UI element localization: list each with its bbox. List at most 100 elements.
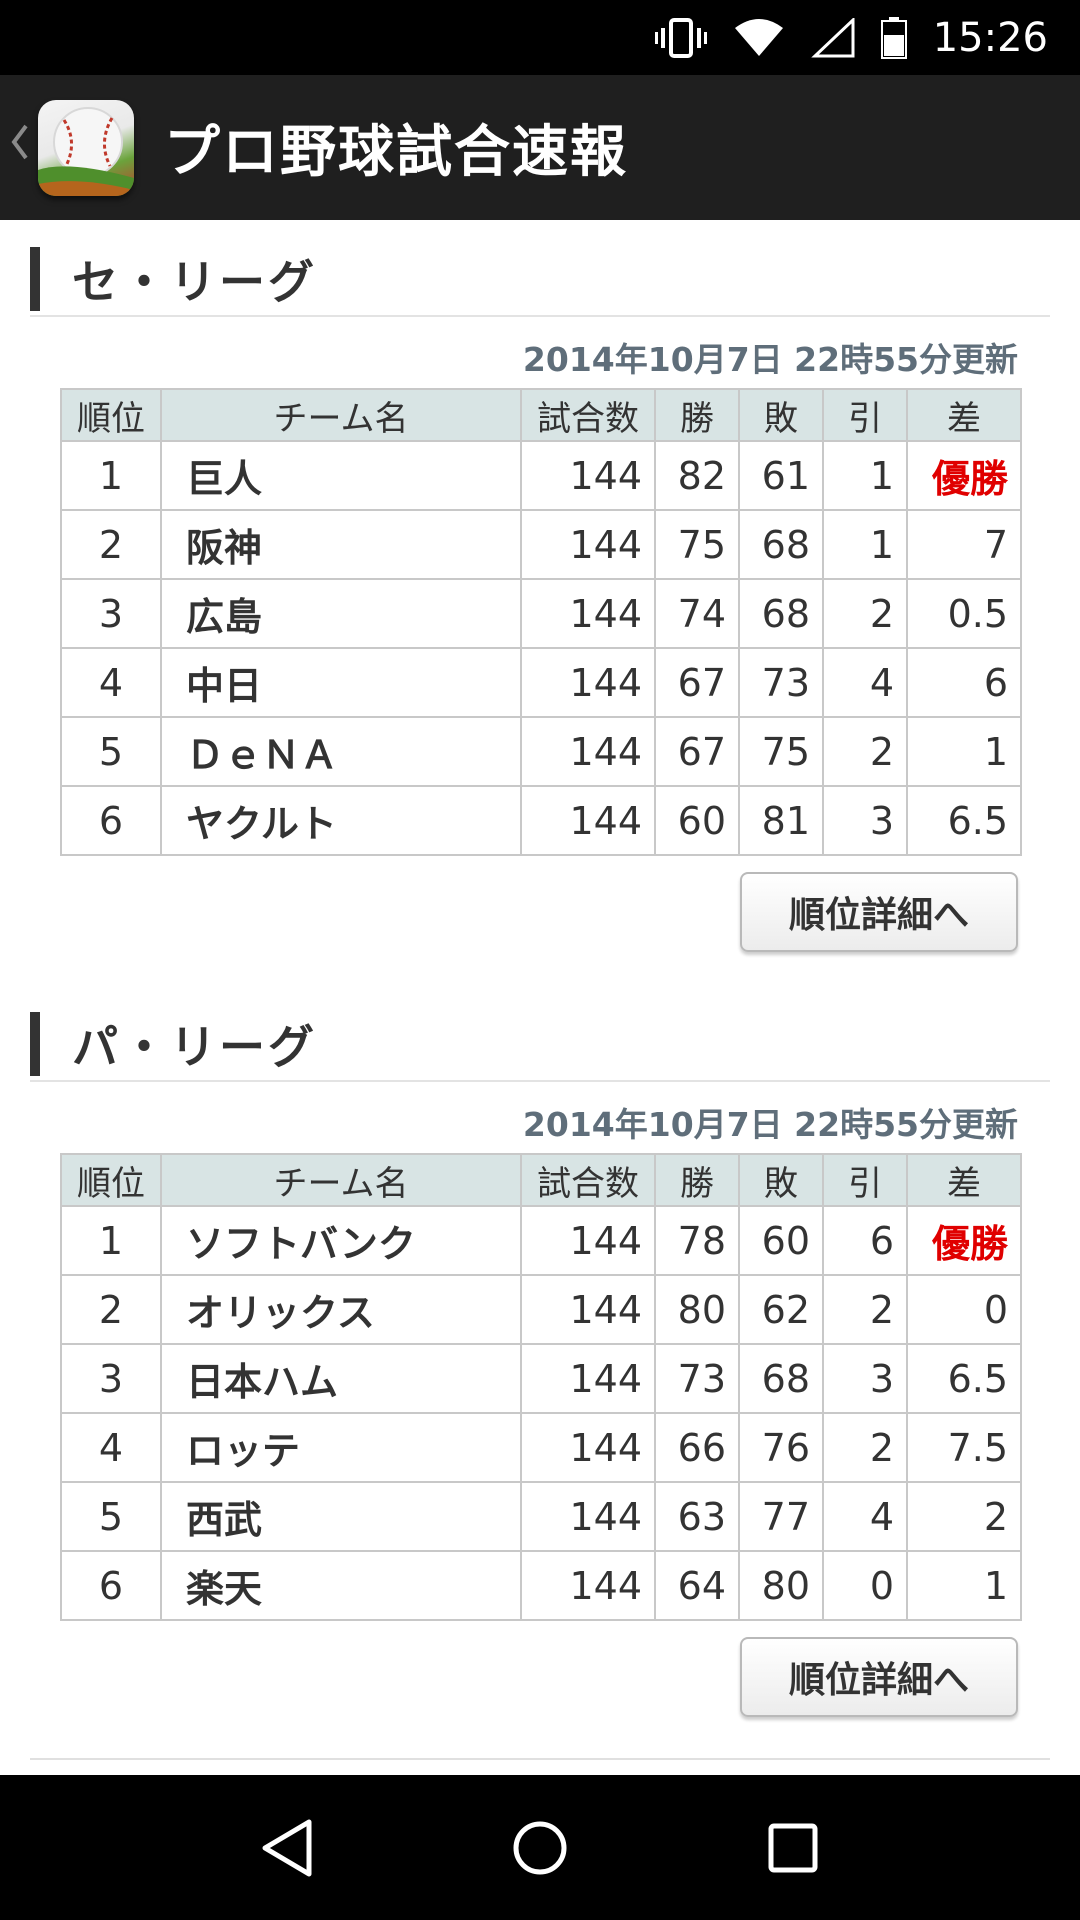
- losses-cell: 75: [738, 716, 824, 787]
- recents-square-icon[interactable]: [733, 1788, 853, 1908]
- col-draws: 引: [822, 388, 908, 442]
- col-games: 試合数: [520, 388, 656, 442]
- losses-cell: 62: [738, 1274, 824, 1345]
- team-link[interactable]: 日本ハム: [160, 1343, 522, 1414]
- draws-cell: 2: [822, 1274, 908, 1345]
- back-chevron-icon[interactable]: [8, 122, 34, 173]
- team-link[interactable]: 楽天: [160, 1550, 522, 1621]
- draws-cell: 1: [822, 509, 908, 580]
- games-behind-cell: 7.5: [906, 1412, 1022, 1483]
- col-draws: 引: [822, 1153, 908, 1207]
- status-bar: 15:26: [0, 0, 1080, 75]
- draws-cell: 4: [822, 1481, 908, 1552]
- losses-cell: 68: [738, 1343, 824, 1414]
- rank-cell: 3: [60, 1343, 162, 1414]
- table-row: 1 巨人 144 82 61 1 優勝: [60, 440, 1022, 511]
- col-rank: 順位: [60, 388, 162, 442]
- section-title: セ・リーグ: [72, 254, 317, 309]
- rank-cell: 6: [60, 1550, 162, 1621]
- col-team: チーム名: [160, 1153, 522, 1207]
- app-bar: プロ野球試合速報: [0, 75, 1080, 220]
- app-title: プロ野球試合速報: [164, 120, 628, 185]
- draws-cell: 6: [822, 1205, 908, 1276]
- games-cell: 144: [520, 1481, 656, 1552]
- losses-cell: 80: [738, 1550, 824, 1621]
- games-cell: 144: [520, 1343, 656, 1414]
- games-cell: 144: [520, 578, 656, 649]
- rank-cell: 5: [60, 1481, 162, 1552]
- games-behind-cell: 1: [906, 1550, 1022, 1621]
- signal-icon: [810, 17, 855, 58]
- table-row: 1 ソフトバンク 144 78 60 6 優勝: [60, 1205, 1022, 1276]
- section-marker: [30, 246, 40, 311]
- draws-cell: 0: [822, 1550, 908, 1621]
- col-gb: 差: [906, 1153, 1022, 1207]
- table-row: 2 オリックス 144 80 62 2 0: [60, 1274, 1022, 1345]
- losses-cell: 77: [738, 1481, 824, 1552]
- table-row: 5 西武 144 63 77 4 2: [60, 1481, 1022, 1552]
- pacific-standings-table: 順位 チーム名 試合数 勝 敗 引 差 1 ソフトバンク 144 78 60 6: [60, 1153, 1022, 1621]
- games-behind-cell: 2: [906, 1481, 1022, 1552]
- team-link[interactable]: 中日: [160, 647, 522, 718]
- team-link[interactable]: ヤクルト: [160, 785, 522, 856]
- games-behind-cell: 1: [906, 716, 1022, 787]
- games-behind-cell: 7: [906, 509, 1022, 580]
- games-cell: 144: [520, 1205, 656, 1276]
- draws-cell: 2: [822, 716, 908, 787]
- losses-cell: 73: [738, 647, 824, 718]
- updated-time: 2014年10月7日 22時55分更新: [522, 340, 1018, 379]
- rank-cell: 6: [60, 785, 162, 856]
- baseball-app-logo-icon[interactable]: [38, 99, 134, 196]
- col-games: 試合数: [520, 1153, 656, 1207]
- rank-cell: 2: [60, 1274, 162, 1345]
- losses-cell: 60: [738, 1205, 824, 1276]
- wins-cell: 67: [654, 647, 740, 718]
- central-league-header: セ・リーグ: [30, 242, 1050, 317]
- games-cell: 144: [520, 1412, 656, 1483]
- wifi-icon: [733, 18, 785, 58]
- games-behind-cell: 優勝: [906, 1205, 1022, 1276]
- games-behind-cell: 6.5: [906, 785, 1022, 856]
- draws-cell: 4: [822, 647, 908, 718]
- rank-cell: 4: [60, 1412, 162, 1483]
- wins-cell: 82: [654, 440, 740, 511]
- games-cell: 144: [520, 1274, 656, 1345]
- games-behind-cell: 6: [906, 647, 1022, 718]
- games-cell: 144: [520, 440, 656, 511]
- central-standings-detail-button[interactable]: 順位詳細へ: [740, 872, 1018, 952]
- draws-cell: 3: [822, 1343, 908, 1414]
- wins-cell: 63: [654, 1481, 740, 1552]
- games-behind-cell: 0: [906, 1274, 1022, 1345]
- losses-cell: 81: [738, 785, 824, 856]
- navigation-bar: [0, 1775, 1080, 1920]
- pacific-standings-detail-button[interactable]: 順位詳細へ: [740, 1637, 1018, 1717]
- rank-cell: 1: [60, 440, 162, 511]
- back-triangle-icon[interactable]: [227, 1788, 347, 1908]
- games-cell: 144: [520, 785, 656, 856]
- team-link[interactable]: 阪神: [160, 509, 522, 580]
- team-link[interactable]: オリックス: [160, 1274, 522, 1345]
- losses-cell: 76: [738, 1412, 824, 1483]
- games-cell: 144: [520, 647, 656, 718]
- wins-cell: 60: [654, 785, 740, 856]
- games-behind-cell: 0.5: [906, 578, 1022, 649]
- team-link[interactable]: 巨人: [160, 440, 522, 511]
- team-link[interactable]: ソフトバンク: [160, 1205, 522, 1276]
- team-link[interactable]: 広島: [160, 578, 522, 649]
- team-link[interactable]: ＤｅＮＡ: [160, 716, 522, 787]
- losses-cell: 68: [738, 578, 824, 649]
- content-area[interactable]: セ・リーグ 2014年10月7日 22時55分更新 順位 チーム名 試合数 勝 …: [0, 220, 1080, 1775]
- games-cell: 144: [520, 509, 656, 580]
- home-circle-icon[interactable]: [480, 1788, 600, 1908]
- wins-cell: 78: [654, 1205, 740, 1276]
- table-row: 4 中日 144 67 73 4 6: [60, 647, 1022, 718]
- col-rank: 順位: [60, 1153, 162, 1207]
- team-link[interactable]: 西武: [160, 1481, 522, 1552]
- col-wins: 勝: [654, 1153, 740, 1207]
- team-link[interactable]: ロッテ: [160, 1412, 522, 1483]
- table-row: 3 日本ハム 144 73 68 3 6.5: [60, 1343, 1022, 1414]
- updated-time: 2014年10月7日 22時55分更新: [522, 1105, 1018, 1144]
- col-wins: 勝: [654, 388, 740, 442]
- wins-cell: 73: [654, 1343, 740, 1414]
- losses-cell: 61: [738, 440, 824, 511]
